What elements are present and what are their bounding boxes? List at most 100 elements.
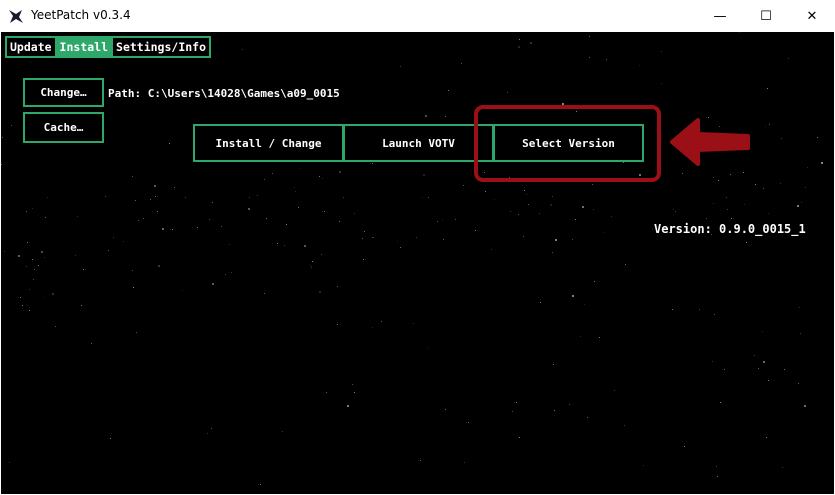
version-label: Version: 0.9.0_0015_1 [654,222,806,236]
star [265,218,267,220]
star [286,223,288,225]
maximize-button[interactable]: ☐ [743,0,789,32]
star [324,210,326,212]
star [730,173,732,175]
star [25,211,27,212]
star [511,411,513,413]
install-path-label: Path: C:\Users\14028\Games\a09_0015 [108,87,340,100]
star [135,200,137,202]
star [32,258,34,260]
star [20,297,22,299]
star [371,327,373,329]
tab-settings-info[interactable]: Settings/Info [111,38,210,56]
star [400,246,402,248]
star [229,243,231,245]
star [490,249,492,251]
star [107,250,109,252]
install-change-button[interactable]: Install / Change [193,124,344,162]
close-button[interactable]: ✕ [789,0,835,32]
star [415,236,417,238]
star [325,392,327,394]
star [593,208,595,210]
star [1,163,3,165]
star [539,212,541,214]
star [582,205,585,208]
star [109,438,111,440]
star [726,197,728,199]
star [264,179,266,181]
tab-bar: Update Install Settings/Info [5,36,212,58]
star [347,405,350,408]
star [463,462,465,464]
star [765,126,767,128]
star [797,383,799,385]
star [763,187,765,189]
star [804,404,807,407]
star [182,290,184,292]
star [718,180,720,182]
star [133,286,135,288]
star [767,213,769,215]
star [371,163,373,165]
star [17,255,20,258]
star [624,263,626,265]
star [381,320,382,322]
star [715,466,717,468]
star [322,178,324,180]
star [297,207,299,209]
star [591,184,593,186]
star [353,213,355,215]
app-logo-icon [9,10,23,23]
launch-votv-button[interactable]: Launch VOTV [343,124,494,162]
star [338,170,341,173]
star [397,240,399,242]
star [437,220,439,222]
star [672,209,674,211]
star [136,331,138,333]
star [51,292,54,295]
window-title: YeetPatch v0.3.4 [31,8,131,22]
star [762,360,765,363]
star [90,342,92,344]
star [283,244,285,246]
star [150,199,151,201]
star [248,207,251,210]
star [781,137,783,139]
tab-update[interactable]: Update [7,38,55,56]
change-path-button[interactable]: Change… [23,78,104,107]
star [746,242,748,244]
star [525,193,527,195]
star [428,197,430,199]
star [353,391,355,393]
star [507,92,509,94]
star [753,355,755,357]
star [801,201,803,203]
star [671,308,673,310]
star [755,183,757,185]
star [25,266,27,268]
star [249,196,251,198]
star [31,207,33,209]
star [779,183,781,185]
tab-install[interactable]: Install [54,38,112,56]
star [643,464,645,466]
star [799,333,801,335]
star [211,202,213,204]
star [528,203,530,205]
star [463,185,465,187]
star [805,187,807,189]
star [762,331,764,332]
star [132,175,134,177]
star [154,185,157,188]
star [184,196,186,198]
star [579,335,581,337]
minimize-button[interactable]: — [697,0,743,32]
star [783,368,785,370]
star [712,176,714,178]
star [2,137,4,139]
star [517,46,520,49]
star [713,202,715,204]
cache-button[interactable]: Cache… [23,112,104,143]
star [304,245,307,248]
star [318,291,321,294]
